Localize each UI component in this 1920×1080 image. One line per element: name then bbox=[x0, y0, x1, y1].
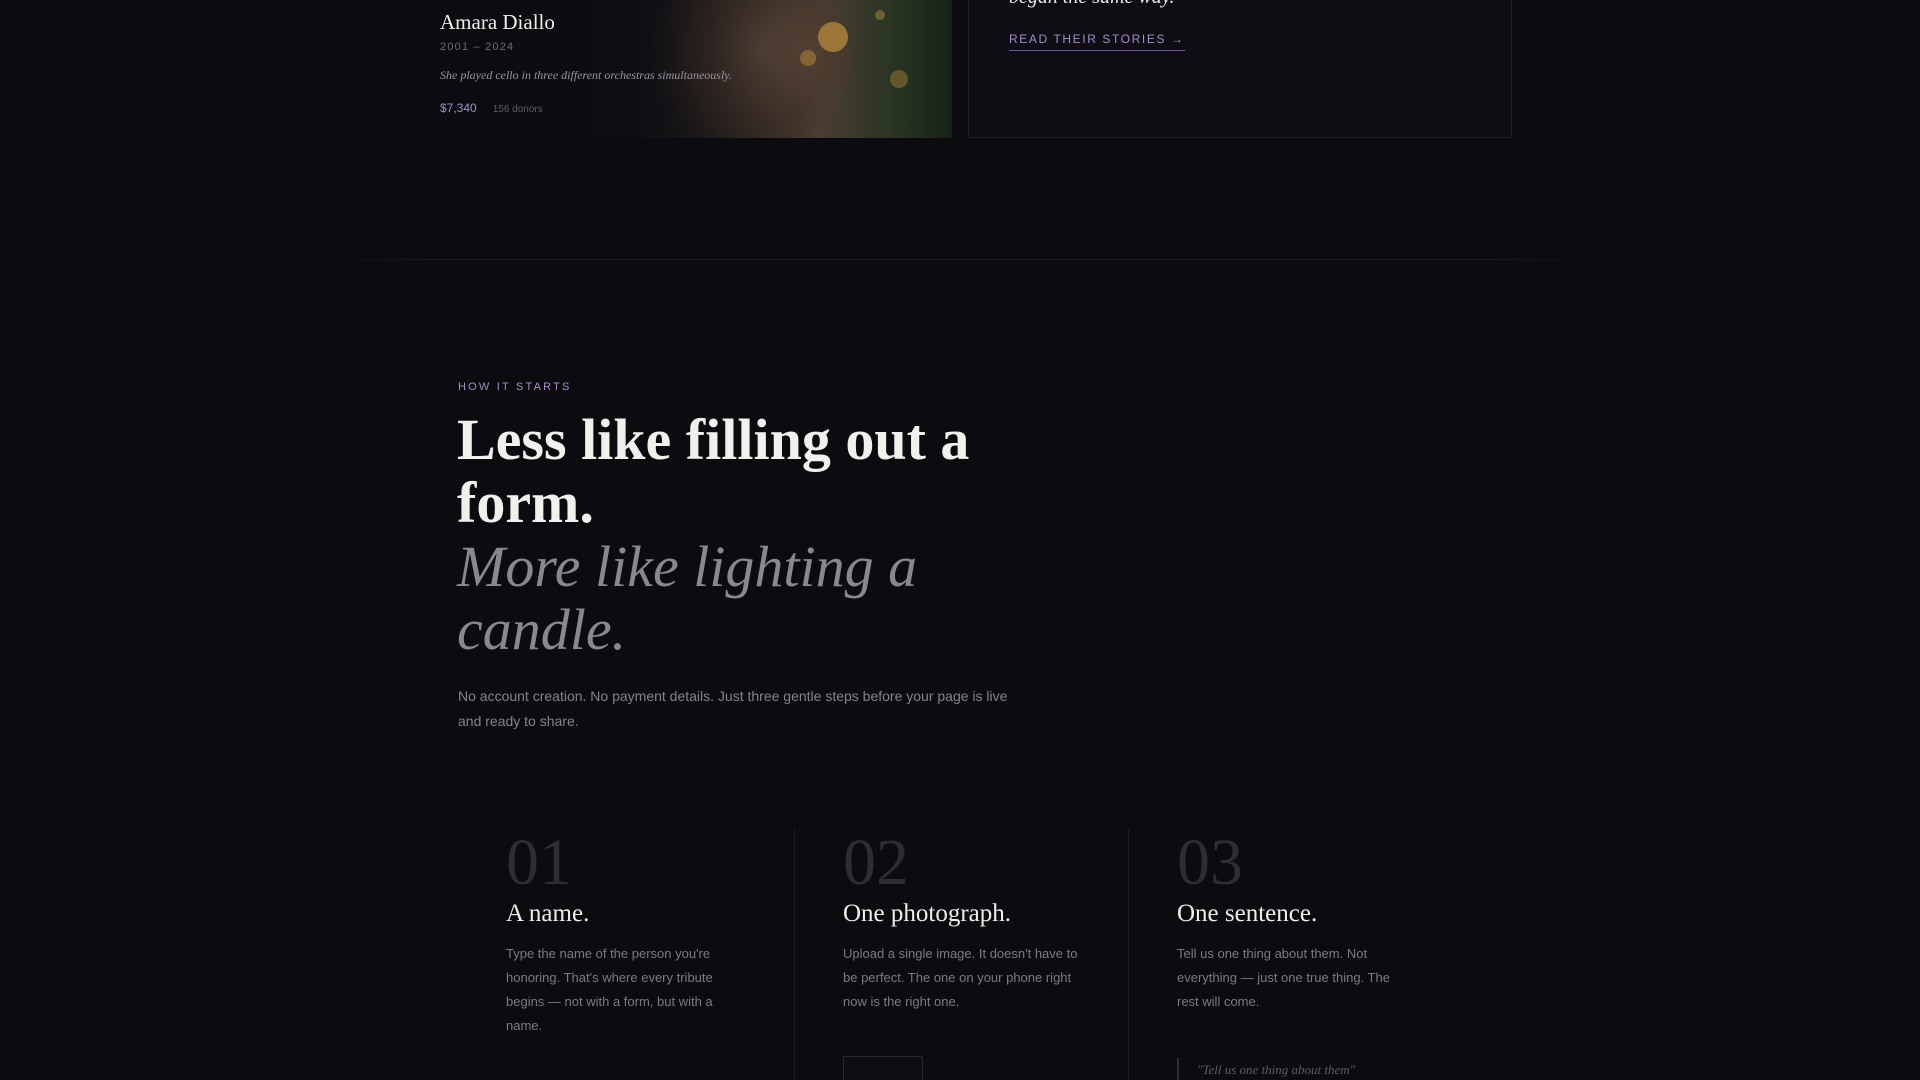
step-description: Type the name of the person you're honor… bbox=[506, 946, 713, 1033]
step-name: 01 A name. Type the name of the person y… bbox=[458, 828, 794, 1080]
tribute-stats: $7,340 156 donors bbox=[440, 101, 840, 115]
step-description: Upload a single image. It doesn't have t… bbox=[843, 946, 1078, 1009]
step-title: One photograph. bbox=[843, 900, 1012, 927]
sentence-example: "Tell us one thing about them" bbox=[1177, 1058, 1355, 1080]
step-description: Tell us one thing about them. Not everyt… bbox=[1177, 946, 1390, 1009]
step-photograph: 02 One photograph. Upload a single image… bbox=[794, 828, 1128, 1080]
section-divider bbox=[300, 259, 1620, 260]
tribute-donors: 156 donors bbox=[492, 104, 543, 115]
section-description: No account creation. No payment details.… bbox=[458, 688, 1008, 729]
photo-upload-preview[interactable] bbox=[843, 1056, 923, 1080]
tribute-years: 2001 – 2024 bbox=[440, 41, 515, 53]
tribute-quote: She played cello in three different orch… bbox=[440, 68, 732, 82]
page: Amara Diallo 2001 – 2024 She played cell… bbox=[0, 0, 1920, 1080]
step-number: 01 bbox=[506, 826, 572, 899]
step-title: A name. bbox=[506, 900, 590, 927]
step-number: 03 bbox=[1177, 826, 1243, 899]
featured-tribute-card[interactable]: Amara Diallo 2001 – 2024 She played cell… bbox=[420, 0, 952, 138]
tribute-name: Amara Diallo bbox=[440, 10, 555, 34]
stories-heading: began the same way. bbox=[1009, 0, 1175, 9]
step-number: 02 bbox=[843, 826, 909, 899]
section-title: Less like filling out a form. bbox=[457, 407, 970, 535]
stories-card: began the same way. READ THEIR STORIES → bbox=[968, 0, 1512, 138]
section-subtitle: More like lighting a candle. bbox=[457, 534, 918, 662]
step-sentence: 03 One sentence. Tell us one thing about… bbox=[1128, 828, 1468, 1080]
tribute-card-content: Amara Diallo 2001 – 2024 She played cell… bbox=[440, 10, 840, 115]
section-eyebrow: HOW IT STARTS bbox=[458, 381, 572, 393]
step-title: One sentence. bbox=[1177, 900, 1318, 927]
read-stories-link[interactable]: READ THEIR STORIES → bbox=[1009, 32, 1185, 51]
tribute-amount: $7,340 bbox=[440, 101, 477, 115]
